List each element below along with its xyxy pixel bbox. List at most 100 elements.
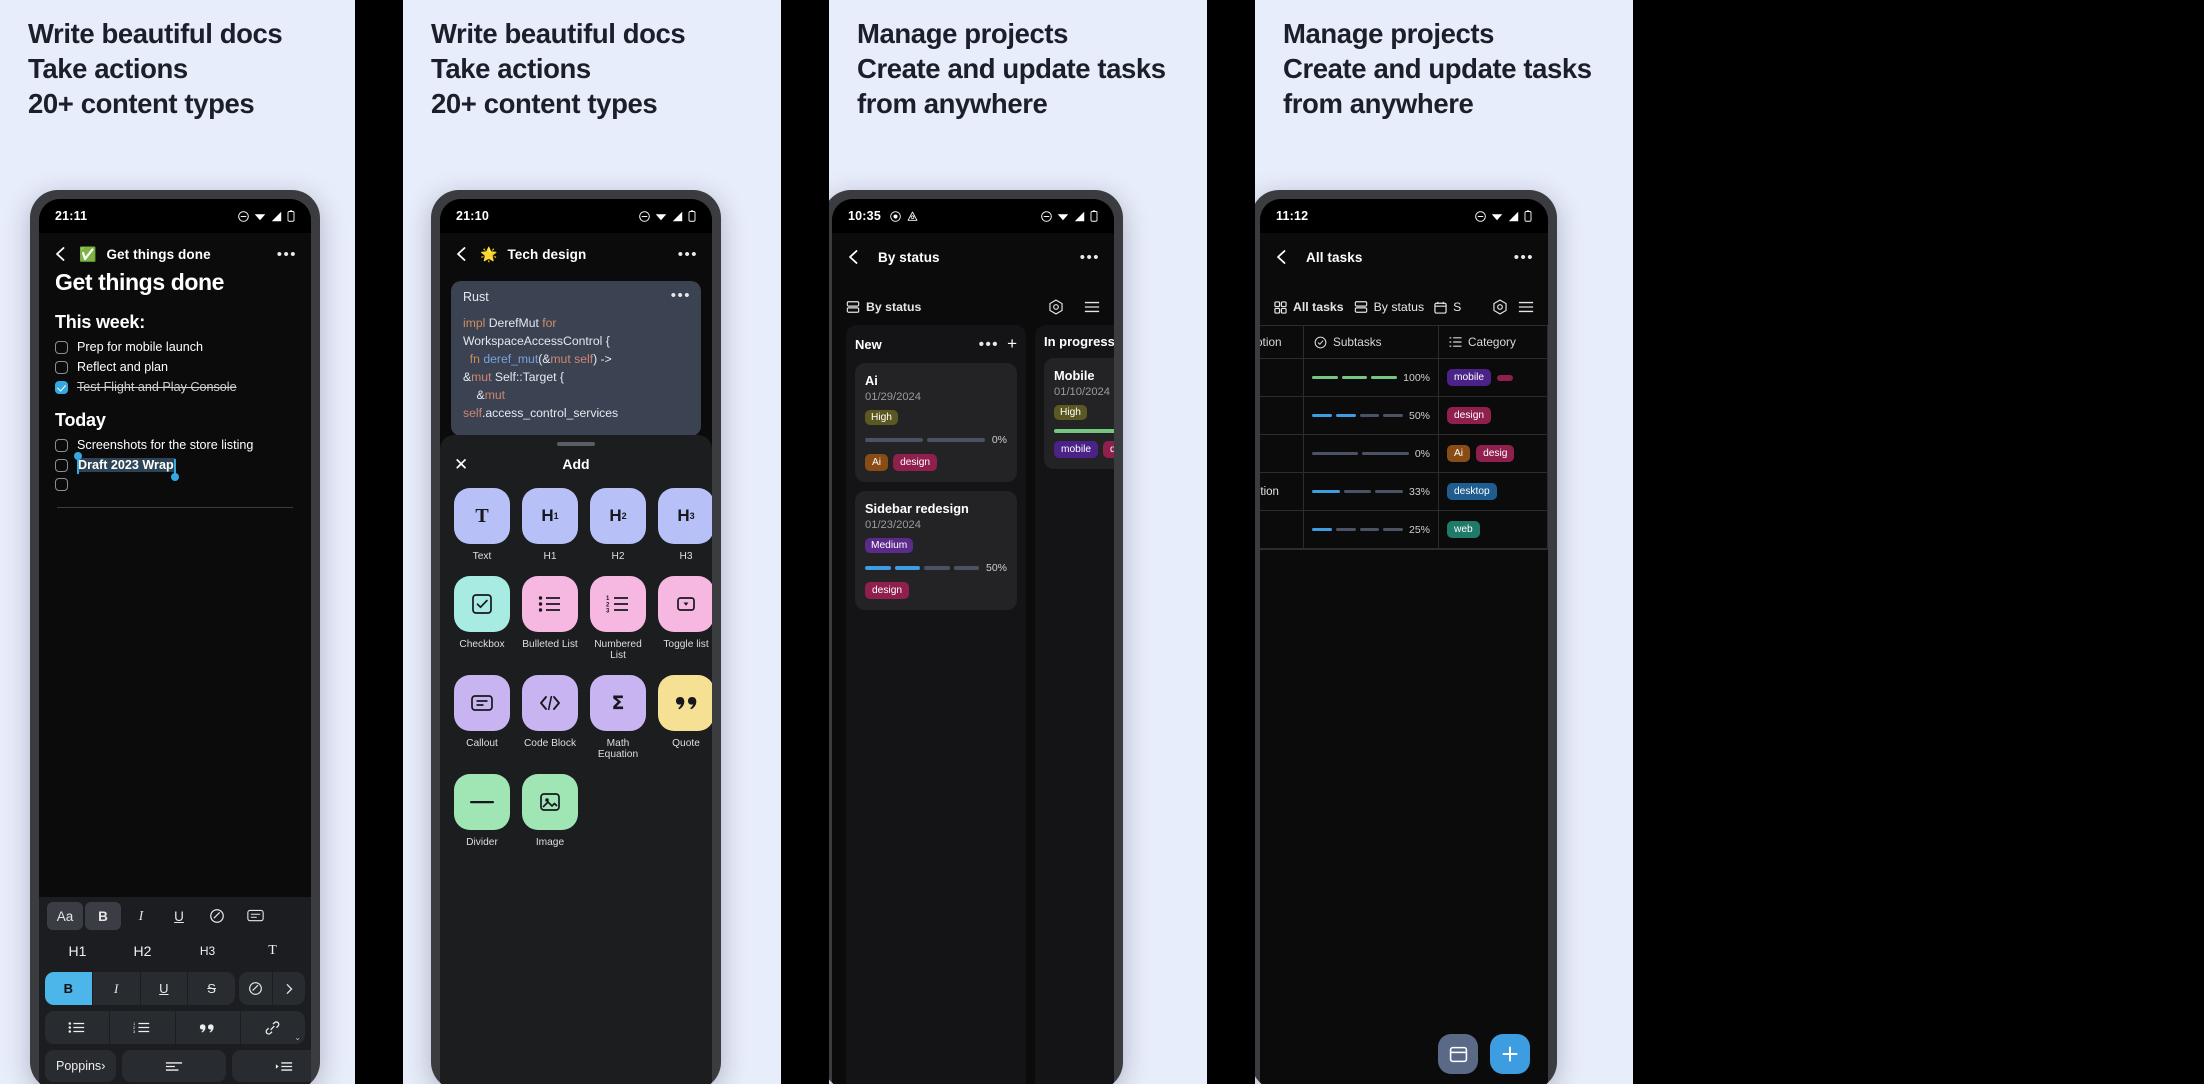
progress-percent: 50% — [1408, 409, 1430, 422]
view-tab-all-tasks[interactable]: All tasks — [1274, 300, 1344, 314]
drive-icon — [907, 211, 918, 222]
todo-item[interactable]: Prep for mobile launch — [55, 340, 295, 354]
add-item-toggle-list[interactable]: Toggle list — [658, 576, 712, 661]
strikethrough-toggle[interactable]: S — [188, 972, 235, 1005]
numbered-list-icon[interactable]: 123 — [110, 1011, 176, 1044]
add-item-checkbox[interactable]: Checkbox — [454, 576, 510, 661]
priority-badge: Medium — [865, 538, 914, 553]
more-options-button[interactable]: ••• — [1080, 250, 1100, 265]
code-block[interactable]: ••• Rust impl DerefMut for WorkspaceAcce… — [451, 281, 701, 437]
add-item-image[interactable]: Image — [522, 774, 578, 848]
task-card[interactable]: Mobile 01/10/2024 High mobile de — [1044, 358, 1114, 469]
highlight-icon[interactable] — [239, 972, 273, 1005]
add-item-h2[interactable]: H2 H2 — [590, 488, 646, 562]
target-icon[interactable] — [1492, 299, 1508, 315]
table-cell-subtasks: 0% — [1304, 435, 1439, 472]
panel-3: Manage projects Create and update tasks … — [829, 0, 1207, 1084]
link-icon[interactable]: ⌄ — [241, 1011, 305, 1044]
todo-item[interactable]: Reflect and plan — [55, 360, 295, 374]
list-icon — [1449, 336, 1462, 348]
table-row[interactable]: 100% mobile — [1260, 359, 1548, 397]
phone-4-screen: 11:12 All tasks ••• All tasks By status … — [1260, 199, 1548, 1084]
battery-icon — [1524, 210, 1532, 222]
heading-3-button[interactable]: H3 — [175, 936, 240, 966]
table-row[interactable]: n 50% design — [1260, 397, 1548, 435]
add-item-quote[interactable]: Quote — [658, 675, 712, 760]
code-block-more-button[interactable]: ••• — [671, 288, 691, 303]
panel-2: Write beautiful docs Take actions 20+ co… — [403, 0, 781, 1084]
table-cell-subtasks: 50% — [1304, 397, 1439, 434]
more-options-button[interactable]: ••• — [277, 247, 297, 262]
add-item-h1[interactable]: H1 H1 — [522, 488, 578, 562]
font-family-selector[interactable]: Poppins › — [45, 1050, 117, 1082]
add-item-h3[interactable]: H3 H3 — [658, 488, 712, 562]
table-row[interactable]: otion 33% desktop — [1260, 473, 1548, 511]
heading-1-button[interactable]: H1 — [45, 936, 110, 966]
checkbox-icon[interactable] — [55, 458, 68, 472]
italic-button[interactable]: I — [123, 902, 159, 930]
view-tab-by-status[interactable]: By status — [846, 300, 921, 314]
indent-button[interactable] — [232, 1050, 311, 1082]
selection-handle-end[interactable] — [171, 473, 179, 481]
chevron-right-icon[interactable] — [273, 972, 306, 1005]
battery-icon — [1090, 210, 1098, 222]
align-button[interactable] — [122, 1050, 227, 1082]
target-icon[interactable] — [1048, 299, 1064, 315]
checkbox-icon[interactable] — [55, 438, 68, 452]
task-card[interactable]: Ai 01/29/2024 High 0% Ai design — [855, 363, 1017, 482]
todo-item-selected[interactable]: Draft 2023 Wrap — [55, 452, 295, 481]
comment-icon[interactable] — [237, 902, 273, 930]
quote-icon[interactable] — [176, 1011, 241, 1044]
progress-bar-segment — [1371, 375, 1398, 380]
font-size-button[interactable]: Aa — [47, 902, 83, 930]
doc-body: Get things done This week: Prep for mobi… — [39, 269, 311, 508]
view-tab-calendar[interactable]: S — [1434, 300, 1461, 314]
highlight-icon[interactable] — [199, 902, 235, 930]
progress-bar-segment — [1383, 527, 1403, 532]
back-icon[interactable] — [454, 246, 470, 262]
checkbox-icon[interactable] — [55, 360, 68, 374]
bold-toggle[interactable]: B — [45, 972, 93, 1005]
add-item-callout[interactable]: Callout — [454, 675, 510, 760]
selection-handle-start[interactable] — [74, 452, 82, 460]
table-header-description[interactable]: otion — [1260, 326, 1304, 358]
menu-icon[interactable] — [1084, 300, 1100, 314]
add-item-math-equation[interactable]: Σ Math Equation — [590, 675, 646, 760]
italic-toggle[interactable]: I — [93, 972, 141, 1005]
view-tab-by-status[interactable]: By status — [1354, 300, 1424, 314]
todo-item[interactable]: Test Flight and Play Console — [55, 380, 295, 394]
underline-toggle[interactable]: U — [141, 972, 189, 1005]
table-row[interactable]: 25% web — [1260, 511, 1548, 549]
checkbox-icon[interactable] — [55, 478, 68, 491]
add-item-text[interactable]: T Text — [454, 488, 510, 562]
table-header-subtasks[interactable]: Subtasks — [1304, 326, 1439, 358]
back-icon[interactable] — [1274, 249, 1290, 265]
paragraph-button[interactable]: T — [240, 936, 305, 966]
chevron-right-icon: › — [101, 1059, 106, 1073]
calendar-fab[interactable] — [1438, 1034, 1478, 1074]
add-item-divider[interactable]: Divider — [454, 774, 510, 848]
more-options-button[interactable]: ••• — [678, 247, 698, 262]
table-header-category[interactable]: Category — [1439, 326, 1548, 358]
menu-icon[interactable] — [1518, 300, 1534, 314]
kanban-board: New ••• + Ai 01/29/2024 High 0% Ai desig… — [832, 325, 1114, 1084]
todo-item[interactable]: Screenshots for the store listing — [55, 438, 295, 452]
doc-emoji-icon: ✅ — [79, 245, 97, 262]
more-options-button[interactable]: ••• — [1514, 250, 1534, 265]
checkbox-icon[interactable] — [55, 340, 68, 354]
bulleted-list-icon[interactable] — [45, 1011, 111, 1044]
add-item-numbered-list[interactable]: 123 Numbered List — [590, 576, 646, 661]
checkbox-checked-icon[interactable] — [55, 380, 68, 394]
back-icon[interactable] — [846, 249, 862, 265]
add-item-code-block[interactable]: Code Block — [522, 675, 578, 760]
bold-button[interactable]: B — [85, 902, 121, 930]
task-card[interactable]: Sidebar redesign 01/23/2024 Medium 50% d… — [855, 491, 1017, 610]
column-more-button[interactable]: ••• — [979, 337, 999, 352]
back-icon[interactable] — [53, 246, 69, 262]
heading-2-button[interactable]: H2 — [110, 936, 175, 966]
add-card-button[interactable]: + — [1007, 334, 1017, 354]
add-item-bulleted-list[interactable]: Bulleted List — [522, 576, 578, 661]
add-fab[interactable] — [1490, 1034, 1530, 1074]
underline-button[interactable]: U — [161, 902, 197, 930]
table-row[interactable]: 0% Ai desig — [1260, 435, 1548, 473]
